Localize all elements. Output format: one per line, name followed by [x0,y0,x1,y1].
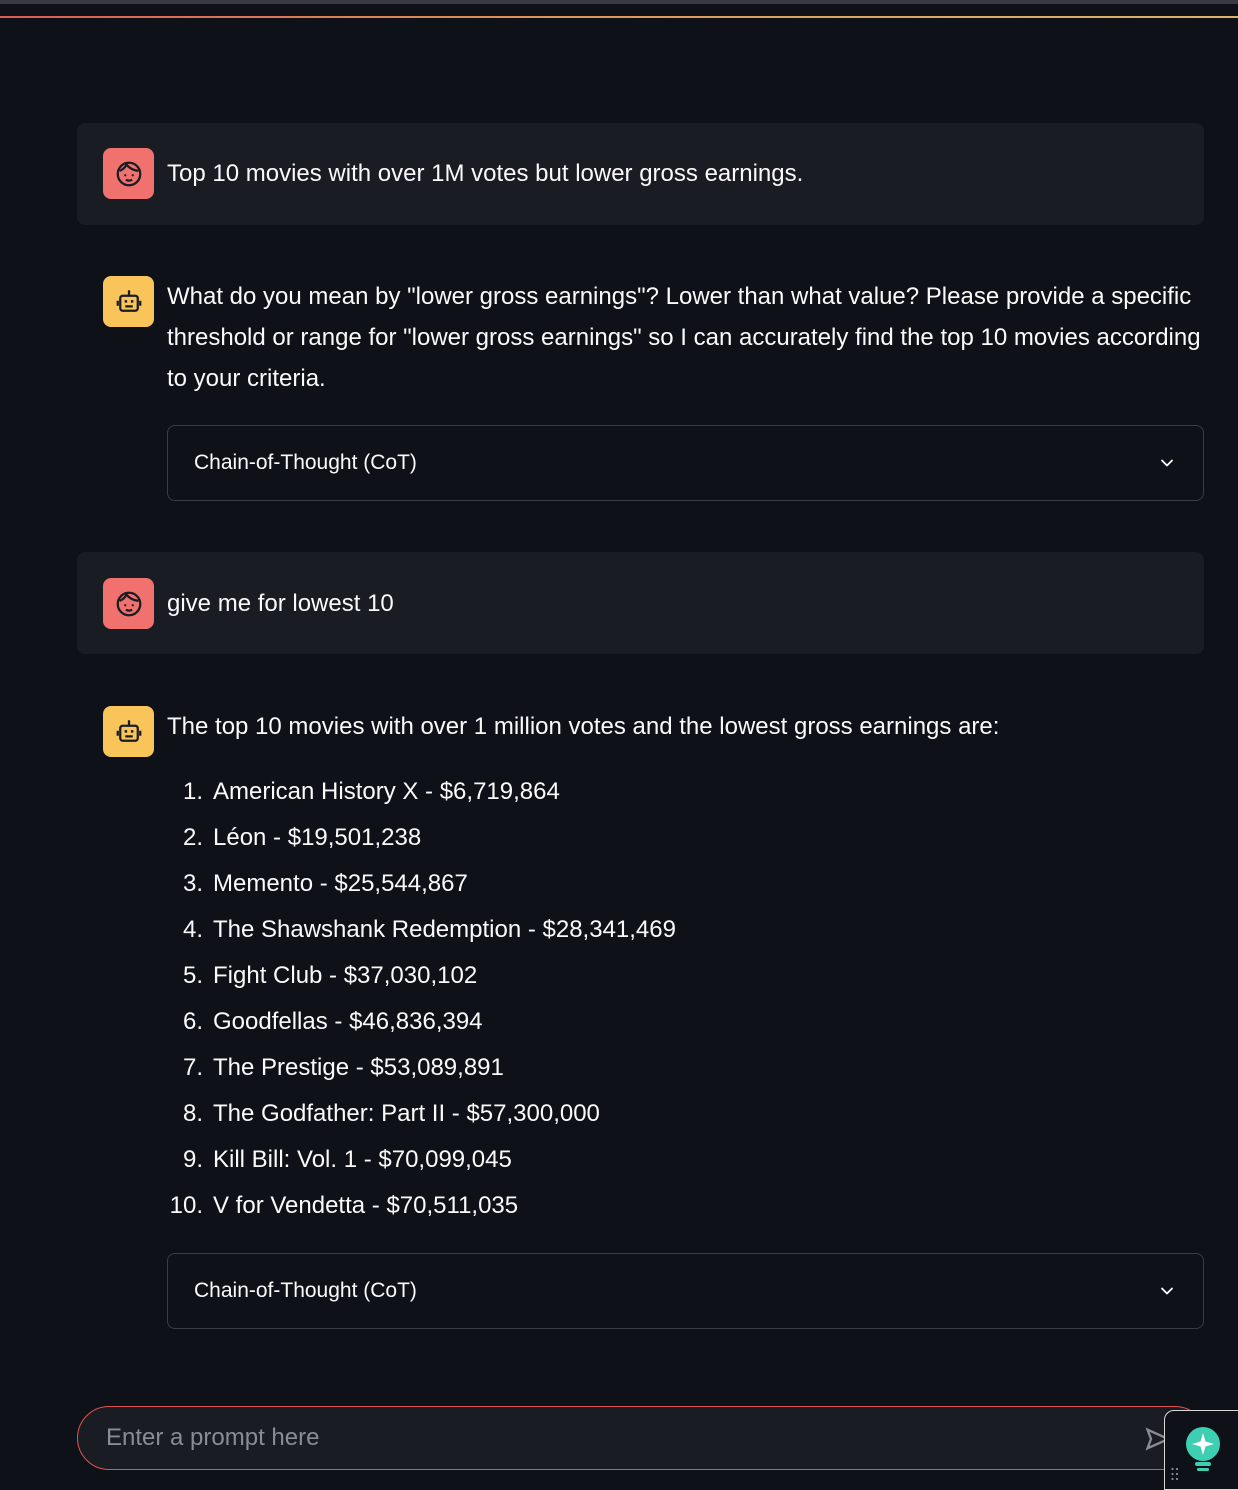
chat-message-user: Top 10 movies with over 1M votes but low… [77,123,1204,225]
assistant-avatar [103,276,154,327]
chat-message-user: give me for lowest 10 [77,552,1204,654]
assistant-widget[interactable] [1164,1410,1238,1490]
list-item-text: The Shawshank Redemption - $28,341,469 [213,916,676,943]
list-number: 8. [182,1100,203,1127]
list-item: 7. The Prestige - $53,089,891 [167,1045,676,1091]
user-face-icon [116,161,141,186]
list-item: 10. V for Vendetta - $70,511,035 [167,1183,676,1229]
chat-message-assistant: What do you mean by "lower gross earning… [77,252,1204,502]
list-number: 6. [182,1008,203,1035]
cot-expander[interactable]: Chain-of-Thought (CoT) [167,1253,1204,1329]
list-item: 5. Fight Club - $37,030,102 [167,953,676,999]
list-item: 9. Kill Bill: Vol. 1 - $70,099,045 [167,1137,676,1183]
user-face-icon [116,591,141,616]
expander-label: Chain-of-Thought (CoT) [194,451,417,474]
list-item-text: Goodfellas - $46,836,394 [213,1008,483,1035]
list-number: 10. [169,1192,203,1219]
chevron-down-icon [1161,1287,1173,1295]
list-item: 6. Goodfellas - $46,836,394 [167,999,676,1045]
list-item-text: Memento - $25,544,867 [213,870,468,897]
list-item-text: V for Vendetta - $70,511,035 [213,1192,519,1219]
message-text: Top 10 movies with over 1M votes but low… [167,160,804,187]
robot-icon [116,289,141,312]
list-item: 8. The Godfather: Part II - $57,300,000 [167,1091,676,1137]
message-text: What do you mean by "lower gross earning… [167,283,1201,392]
list-item: 1. American History X - $6,719,864 [167,769,676,815]
list-item: 3. Memento - $25,544,867 [167,861,676,907]
list-item: 2. Léon - $19,501,238 [167,815,676,861]
user-avatar [103,148,154,199]
list-number: 2. [182,824,203,851]
chevron-down-icon [1161,459,1173,467]
grip-dots-icon[interactable] [1170,1467,1180,1481]
chat-input-container [77,1406,1207,1470]
list-number: 4. [182,916,203,943]
expander-label: Chain-of-Thought (CoT) [194,1279,417,1302]
list-item-text: Léon - $19,501,238 [213,824,422,851]
list-item-text: The Prestige - $53,089,891 [213,1054,504,1081]
header-accent-line [0,16,1238,18]
list-item-text: Fight Club - $37,030,102 [213,962,478,989]
list-number: 1. [182,778,203,805]
list-item: 4. The Shawshank Redemption - $28,341,469 [167,907,676,953]
message-text: The top 10 movies with over 1 million vo… [167,713,1000,740]
browser-top-bar [0,0,1238,16]
list-number: 7. [182,1054,203,1081]
list-item-text: American History X - $6,719,864 [213,778,560,805]
cot-expander[interactable]: Chain-of-Thought (CoT) [167,425,1204,501]
movie-list: 1. American History X - $6,719,864 2. Léon… [167,769,676,1229]
chat-message-assistant: The top 10 movies with over 1 million vo… [77,682,1204,1332]
lightbulb-icon[interactable] [1183,1425,1223,1475]
robot-icon [116,719,141,742]
list-item-text: The Godfather: Part II - $57,300,000 [213,1100,600,1127]
list-item-text: Kill Bill: Vol. 1 - $70,099,045 [213,1146,512,1173]
user-avatar [103,578,154,629]
list-number: 3. [182,870,203,897]
chat-input[interactable] [104,1423,1180,1453]
list-number: 5. [182,962,203,989]
assistant-avatar [103,706,154,757]
list-number: 9. [182,1146,203,1173]
message-text: give me for lowest 10 [167,590,394,617]
